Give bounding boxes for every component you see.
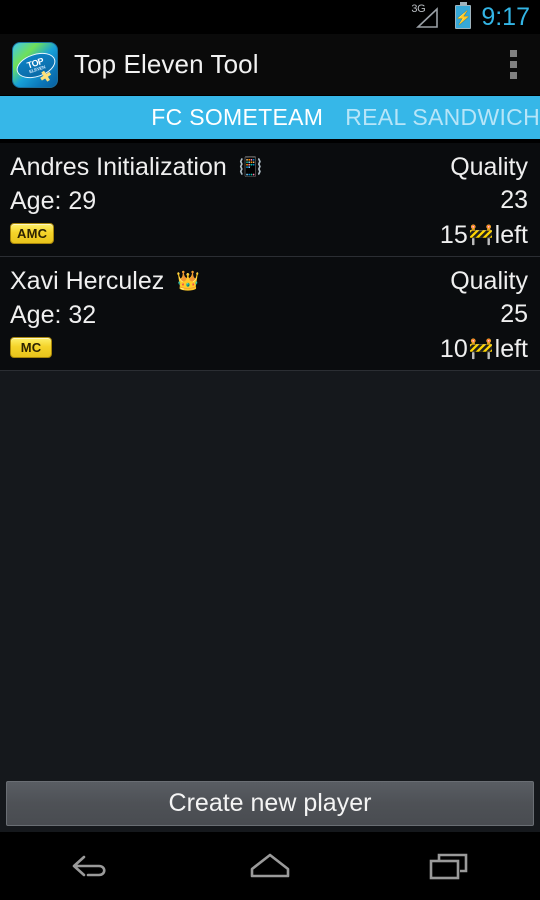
crown-medal-icon: 👑 xyxy=(176,270,200,292)
player-age: Age: 29 xyxy=(10,187,97,215)
player-age: Age: 32 xyxy=(10,301,97,329)
status-bar-clock: 9:17 xyxy=(481,2,530,31)
recent-apps-icon[interactable] xyxy=(360,832,540,900)
top-eleven-app-icon: TOP ELEVEN ✖ xyxy=(12,41,58,88)
status-bar: 3G ⚡ 9:17 xyxy=(0,0,540,34)
traffic-cone-icon: 🚧 xyxy=(468,338,494,360)
table-row[interactable]: Andres Initialization 📳 Age: 29 AMC Qual… xyxy=(0,143,540,257)
create-new-player-button[interactable]: Create new player xyxy=(6,781,534,826)
signal-triangle-icon: 3G xyxy=(411,3,447,30)
player-info-left: Andres Initialization 📳 Age: 29 AMC xyxy=(10,149,440,244)
whistle-icon: 📳 xyxy=(238,156,263,178)
rests-left-line: 10 🚧 left xyxy=(440,332,528,366)
player-stats-right: Quality 25 10 🚧 left xyxy=(440,263,528,366)
footer-button-bar: Create new player xyxy=(0,776,540,832)
back-arrow-icon[interactable] xyxy=(0,832,180,900)
status-badge: MC xyxy=(10,337,52,358)
tab-fc-someteam[interactable]: FC SOMETEAM xyxy=(151,96,345,139)
player-list: Andres Initialization 📳 Age: 29 AMC Qual… xyxy=(0,143,540,776)
player-name: Andres Initialization xyxy=(10,153,227,181)
app-icon-swoosh: ✖ xyxy=(37,67,54,87)
table-row[interactable]: Xavi Herculez 👑 Age: 32 MC Quality 25 10… xyxy=(0,257,540,371)
status-badge: AMC xyxy=(10,223,55,244)
overflow-dot xyxy=(509,72,517,79)
rests-suffix: left xyxy=(494,221,528,249)
tab-real-sandwich[interactable]: REAL SANDWICH xyxy=(345,96,540,139)
back-arrow-glyph xyxy=(72,855,106,877)
quality-value: 25 xyxy=(500,300,528,328)
rests-value: 15 xyxy=(439,221,468,249)
android-navigation-bar xyxy=(0,832,540,900)
list-empty-area xyxy=(0,371,540,776)
player-stats-right: Quality 23 15 🚧 left xyxy=(440,149,528,252)
traffic-cone-icon: 🚧 xyxy=(468,224,494,246)
action-bar: TOP ELEVEN ✖ Top Eleven Tool xyxy=(0,34,540,96)
quality-label: Quality xyxy=(450,267,528,295)
quality-label: Quality xyxy=(450,153,528,181)
rests-value: 10 xyxy=(439,335,468,363)
team-tab-bar[interactable]: FC SOMETEAM REAL SANDWICH xyxy=(0,96,540,139)
battery-charging-icon: ⚡ xyxy=(455,2,472,29)
overflow-menu-icon[interactable] xyxy=(486,34,540,95)
home-glyph xyxy=(250,853,290,878)
rests-suffix: left xyxy=(494,335,528,363)
quality-value: 23 xyxy=(500,186,528,214)
app-root: 3G ⚡ 9:17 TOP ELEVEN ✖ Top Eleven Tool F… xyxy=(0,0,540,900)
network-type-label: 3G xyxy=(411,3,426,15)
player-info-left: Xavi Herculez 👑 Age: 32 MC xyxy=(10,263,440,358)
status-bar-icons: 3G ⚡ 9:17 xyxy=(411,2,530,31)
player-name-line: Xavi Herculez 👑 xyxy=(10,265,440,297)
overflow-dot xyxy=(509,50,517,57)
player-name-line: Andres Initialization 📳 xyxy=(10,151,440,183)
rests-left-line: 15 🚧 left xyxy=(440,218,528,252)
player-name: Xavi Herculez xyxy=(10,267,165,295)
home-icon[interactable] xyxy=(180,832,360,900)
recents-glyph xyxy=(429,853,468,880)
app-title: Top Eleven Tool xyxy=(74,49,259,79)
battery-bolt-glyph: ⚡ xyxy=(455,9,472,25)
overflow-dot xyxy=(509,61,517,68)
